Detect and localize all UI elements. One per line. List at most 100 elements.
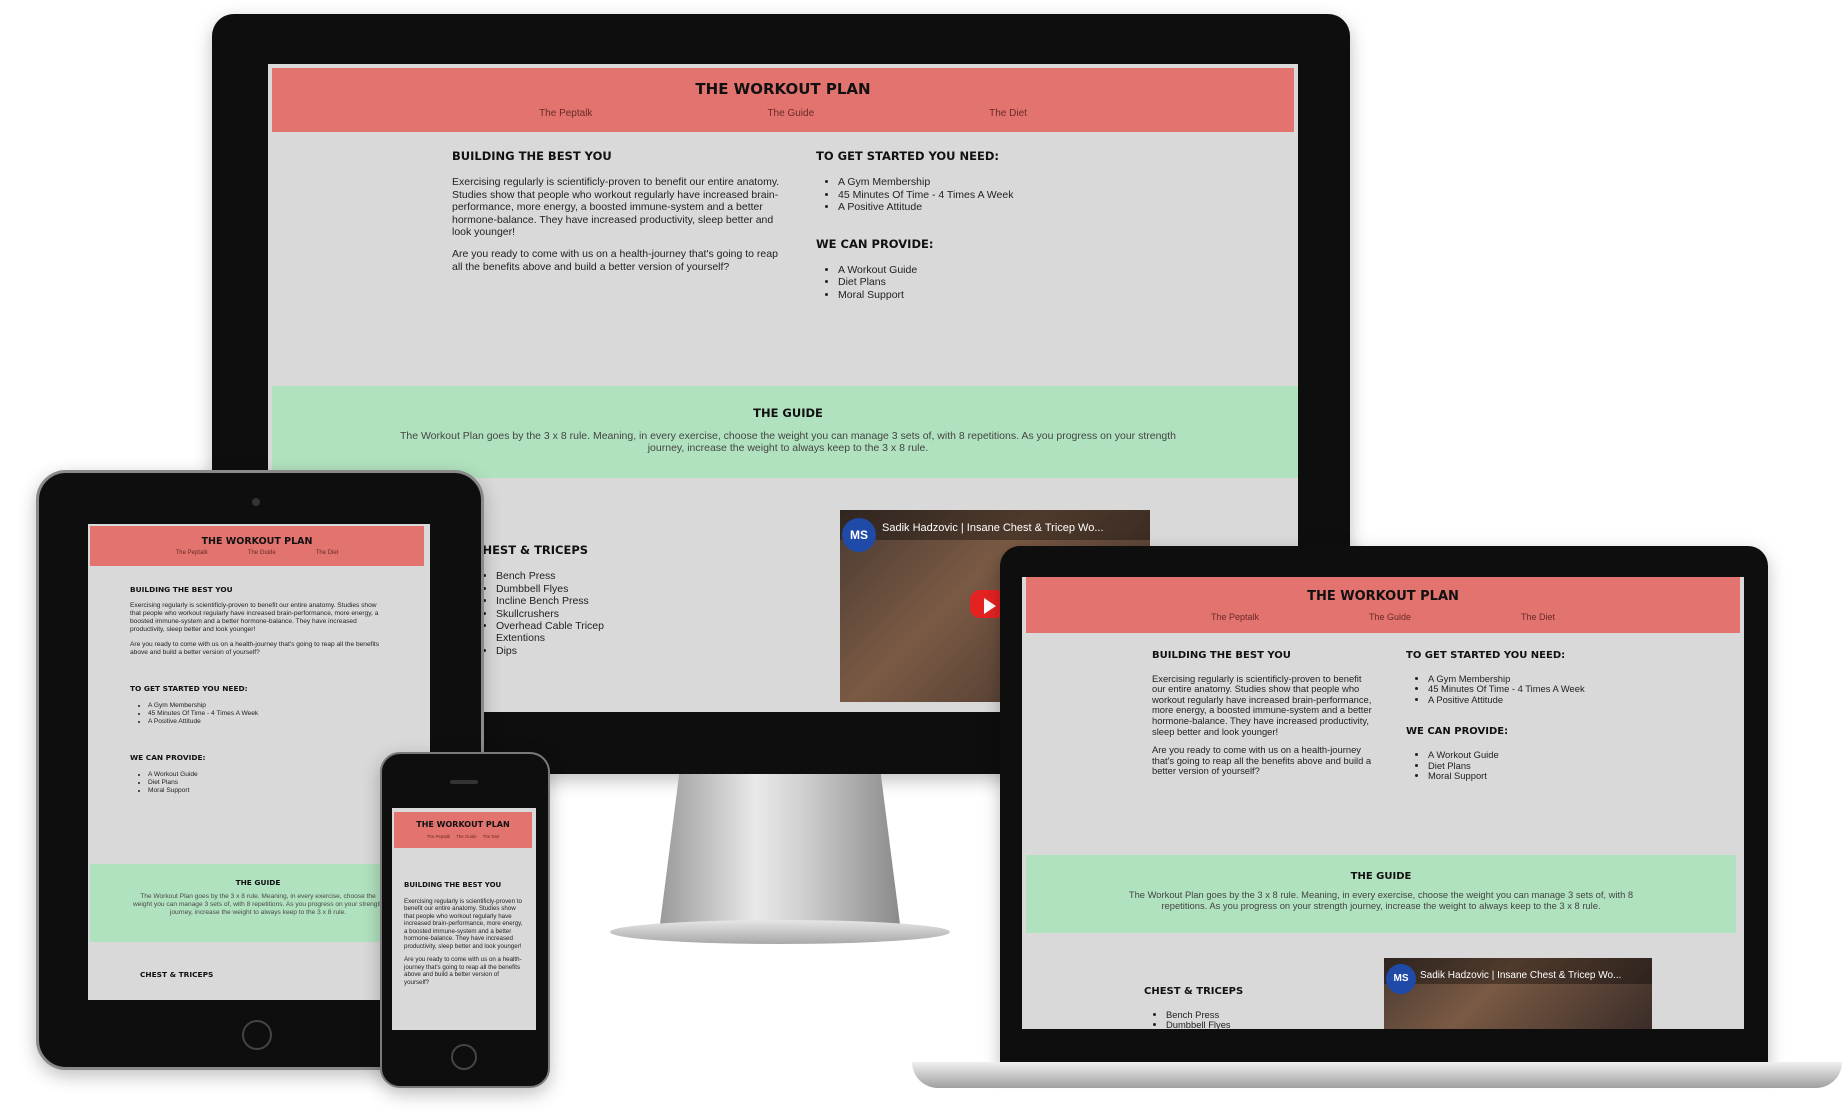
phone-home-button (451, 1044, 477, 1070)
list-item: A Gym Membership (838, 176, 1146, 188)
chest-section: CHEST & TRICEPS Bench Press Dumbbell Fly… (1144, 986, 1304, 1029)
nav-guide[interactable]: The Guide (1369, 612, 1411, 622)
intro-heading: BUILDING THE BEST YOU (130, 585, 233, 594)
provide-heading: WE CAN PROVIDE: (130, 753, 206, 762)
list-item: A Positive Attitude (838, 201, 1146, 213)
phone-screen: THE WORKOUT PLAN The Peptalk The Guide T… (392, 808, 536, 1030)
chest-section: CHEST & TRICEPS Bench Press Dumbbell Fly… (474, 544, 644, 657)
intro-paragraph-2: Are you ready to come with us on a healt… (130, 641, 380, 656)
site-header: THE WORKOUT PLAN The Peptalk The Guide T… (394, 812, 532, 848)
list-item: Skullcrushers (496, 608, 644, 620)
list-item: Dumbbell Flyes (1166, 1020, 1304, 1029)
needs-heading: TO GET STARTED YOU NEED: (130, 684, 248, 693)
chest-list: Bench Press Dumbbell Flyes Incline Bench… (474, 570, 644, 657)
nav-diet[interactable]: The Diet (989, 108, 1027, 119)
list-item: A Positive Attitude (148, 718, 384, 726)
list-item: A Workout Guide (838, 264, 1146, 276)
list-item: Incline Bench Press (496, 595, 644, 607)
laptop-base (912, 1062, 1842, 1088)
needs-list: A Gym Membership 45 Minutes Of Time - 4 … (1406, 673, 1626, 706)
site-title: THE WORKOUT PLAN (695, 80, 871, 98)
site-title: THE WORKOUT PLAN (416, 820, 510, 829)
tablet-screen: THE WORKOUT PLAN The Peptalk The Guide T… (88, 524, 430, 1000)
site-header: THE WORKOUT PLAN The Peptalk The Guide T… (272, 68, 1294, 132)
guide-heading: THE GUIDE (235, 878, 281, 887)
intro-paragraph-1: Exercising regularly is scientificly-pro… (130, 602, 379, 633)
provide-list: A Workout Guide Diet Plans Moral Support (1406, 749, 1626, 782)
tablet-home-button (242, 1020, 272, 1050)
nav-guide[interactable]: The Guide (767, 108, 814, 119)
chest-heading: CHEST & TRICEPS (140, 970, 214, 979)
provide-list: A Workout Guide Diet Plans Moral Support (816, 264, 1146, 301)
list-item: Diet Plans (148, 779, 384, 787)
guide-section: THE GUIDE The Workout Plan goes by the 3… (1026, 855, 1736, 933)
nav-peptalk[interactable]: The Peptalk (1211, 612, 1259, 622)
list-item: Overhead Cable Tricep Extentions (496, 620, 644, 645)
list-item: Bench Press (496, 570, 644, 582)
provide-list: A Workout Guide Diet Plans Moral Support (130, 771, 384, 795)
list-item: A Workout Guide (1428, 749, 1626, 761)
nav-peptalk[interactable]: The Peptalk (427, 834, 450, 839)
guide-text: The Workout Plan goes by the 3 x 8 rule.… (133, 893, 383, 916)
needs-section: TO GET STARTED YOU NEED: A Gym Membershi… (816, 150, 1146, 301)
site-nav: The Peptalk The Guide The Diet (394, 834, 532, 839)
list-item: Diet Plans (838, 276, 1146, 288)
site-header: THE WORKOUT PLAN The Peptalk The Guide T… (90, 526, 424, 566)
needs-list: A Gym Membership 45 Minutes Of Time - 4 … (130, 702, 384, 726)
monitor-stand (660, 774, 900, 924)
intro-section: BUILDING THE BEST YOU Exercising regular… (404, 881, 524, 986)
nav-diet[interactable]: The Diet (483, 834, 500, 839)
list-item: Moral Support (838, 289, 1146, 301)
video-title: Sadik Hadzovic | Insane Chest & Tricep W… (840, 510, 1150, 540)
video-embed[interactable]: Sadik Hadzovic | Insane Chest & Tricep W… (1384, 958, 1652, 1029)
channel-logo-icon: MS (1386, 964, 1416, 994)
video-title: Sadik Hadzovic | Insane Chest & Tricep W… (1384, 958, 1652, 984)
needs-list: A Gym Membership 45 Minutes Of Time - 4 … (816, 176, 1146, 213)
intro-section: BUILDING THE BEST YOU Exercising regular… (1152, 650, 1376, 777)
intro-section: BUILDING THE BEST YOU Exercising regular… (452, 150, 782, 273)
needs-heading: TO GET STARTED YOU NEED: (816, 149, 1000, 163)
site-header: THE WORKOUT PLAN The Peptalk The Guide T… (1026, 577, 1740, 633)
list-item: Dips (496, 645, 644, 657)
list-item: A Positive Attitude (1428, 694, 1626, 706)
guide-text: The Workout Plan goes by the 3 x 8 rule.… (399, 430, 1177, 455)
nav-peptalk[interactable]: The Peptalk (539, 108, 592, 119)
site-title: THE WORKOUT PLAN (201, 536, 313, 547)
tablet-camera-icon (252, 498, 260, 506)
guide-heading: THE GUIDE (1350, 871, 1412, 882)
intro-heading: BUILDING THE BEST YOU (404, 881, 502, 889)
list-item: Moral Support (148, 787, 384, 795)
guide-text: The Workout Plan goes by the 3 x 8 rule.… (1128, 889, 1634, 911)
phone-speaker-icon (450, 780, 478, 784)
nav-guide[interactable]: The Guide (248, 550, 276, 556)
nav-diet[interactable]: The Diet (1521, 612, 1555, 622)
monitor-base (610, 920, 950, 944)
site-nav: The Peptalk The Guide The Diet (272, 108, 1294, 119)
intro-paragraph-2: Are you ready to come with us on a healt… (1152, 744, 1372, 777)
intro-heading: BUILDING THE BEST YOU (1152, 650, 1291, 661)
intro-paragraph-1: Exercising regularly is scientificly-pro… (1152, 672, 1372, 737)
intro-paragraph-1: Exercising regularly is scientificly-pro… (404, 897, 523, 950)
intro-heading: BUILDING THE BEST YOU (452, 149, 612, 163)
list-item: Moral Support (1428, 771, 1626, 782)
nav-peptalk[interactable]: The Peptalk (176, 550, 208, 556)
list-item: 45 Minutes Of Time - 4 Times A Week (148, 710, 384, 718)
chest-list: Bench Press Dumbbell Flyes (1144, 1009, 1304, 1029)
intro-paragraph-1: Exercising regularly is scientificly-pro… (452, 176, 780, 239)
list-item: A Workout Guide (148, 771, 384, 779)
needs-section: TO GET STARTED YOU NEED: A Gym Membershi… (1406, 650, 1626, 782)
channel-logo-icon: MS (842, 518, 876, 552)
provide-heading: WE CAN PROVIDE: (816, 236, 934, 251)
intro-paragraph-2: Are you ready to come with us on a healt… (452, 248, 778, 273)
site-title: THE WORKOUT PLAN (1307, 589, 1459, 604)
nav-guide[interactable]: The Guide (456, 834, 477, 839)
site-nav: The Peptalk The Guide The Diet (1026, 612, 1740, 622)
intro-section: BUILDING THE BEST YOU Exercising regular… (130, 586, 384, 795)
chest-heading: CHEST & TRICEPS (1144, 986, 1244, 997)
intro-paragraph-2: Are you ready to come with us on a healt… (404, 956, 522, 986)
guide-section: THE GUIDE The Workout Plan goes by the 3… (90, 864, 426, 942)
guide-section: THE GUIDE The Workout Plan goes by the 3… (272, 386, 1298, 478)
nav-diet[interactable]: The Diet (316, 550, 339, 556)
list-item: 45 Minutes Of Time - 4 Times A Week (838, 189, 1146, 201)
provide-heading: WE CAN PROVIDE: (1406, 726, 1509, 738)
